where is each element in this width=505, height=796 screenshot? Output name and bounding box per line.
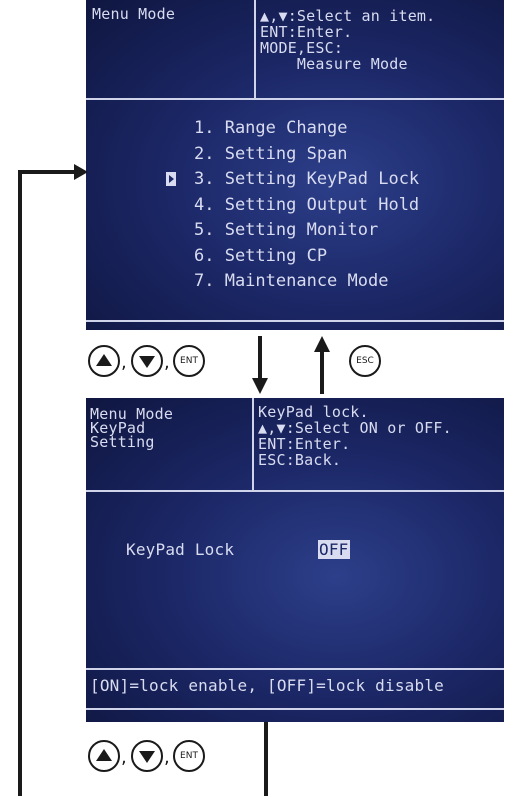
down-arrow-icon xyxy=(252,378,268,394)
down-triangle-icon xyxy=(139,356,155,368)
up-triangle-icon xyxy=(96,749,112,761)
ent-key-button-2[interactable]: ENT xyxy=(173,740,205,772)
up-key-button[interactable] xyxy=(88,345,120,377)
flow-connectors xyxy=(18,164,330,796)
separator-3: , xyxy=(121,747,127,768)
separator-1: , xyxy=(121,352,127,373)
up-arrow-icon xyxy=(314,336,330,352)
down-key-button[interactable] xyxy=(131,345,163,377)
up-key-button-2[interactable] xyxy=(88,740,120,772)
loop-arrowhead-icon xyxy=(74,164,88,180)
loop-back-line xyxy=(18,170,76,796)
down-key-button-2[interactable] xyxy=(131,740,163,772)
ent-key-button[interactable]: ENT xyxy=(173,345,205,377)
down-triangle-icon xyxy=(139,751,155,763)
esc-key-button[interactable]: ESC xyxy=(349,345,381,377)
up-triangle-icon xyxy=(96,354,112,366)
separator-2: , xyxy=(164,352,170,373)
separator-4: , xyxy=(164,747,170,768)
